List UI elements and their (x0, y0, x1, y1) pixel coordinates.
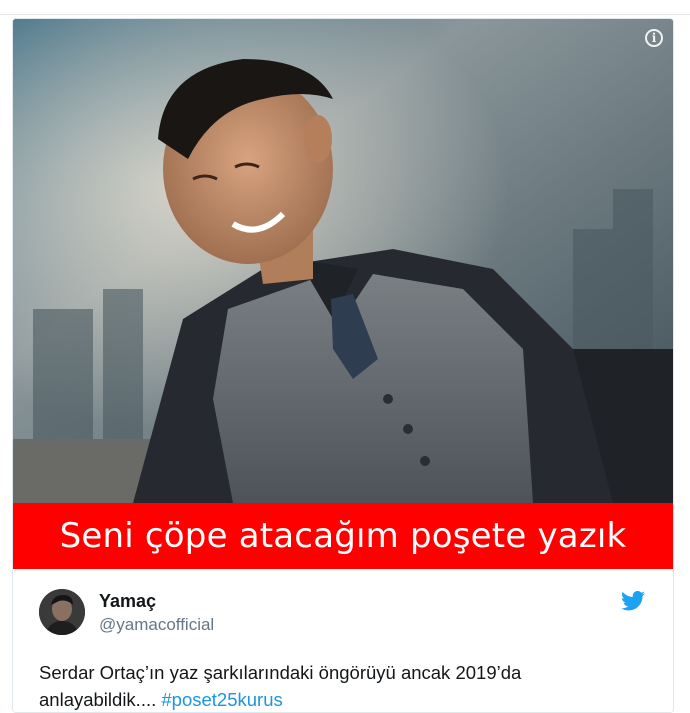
tweet-text: Serdar Ortaç’ın yaz şarkılarındaki öngör… (39, 659, 639, 712)
tweet-body: Yamaç @yamacofficial Serdar Ortaç’ın yaz… (13, 569, 673, 712)
info-icon[interactable]: i (645, 29, 663, 47)
tweet-media-image[interactable]: i (13, 19, 673, 503)
top-divider (0, 0, 690, 15)
user-handle[interactable]: @yamacofficial (99, 615, 214, 635)
avatar[interactable] (39, 589, 85, 635)
man-in-vest-photo (13, 19, 673, 503)
meme-caption-bar: Seni çöpe atacağım poşete yazık (13, 503, 673, 569)
user-display-name[interactable]: Yamaç (99, 591, 156, 612)
twitter-bird-icon[interactable] (621, 591, 645, 611)
meme-caption-text: Seni çöpe atacağım poşete yazık (59, 516, 627, 556)
hashtag-link[interactable]: #poset25kurus (161, 689, 282, 710)
embedded-tweet-card[interactable]: i Seni çöpe atacağım poşete yazık Yamaç … (12, 18, 674, 713)
avatar-image (39, 589, 85, 635)
